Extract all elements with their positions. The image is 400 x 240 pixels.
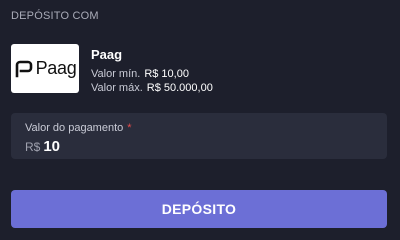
required-mark: *	[127, 122, 132, 134]
min-limit-label: Valor mín.	[91, 68, 141, 80]
min-limit-value: R$ 10,00	[144, 68, 189, 80]
deposit-button[interactable]: DEPÓSITO	[11, 190, 387, 228]
max-limit-value: R$ 50.000,00	[146, 82, 213, 94]
max-limit: Valor máx. R$ 50.000,00	[91, 82, 213, 94]
max-limit-label: Valor máx.	[91, 82, 143, 94]
currency-symbol: R$	[25, 140, 41, 154]
method-name: Paag	[91, 47, 123, 62]
payment-method[interactable]: Paag Paag Valor mín. R$ 10,00 Valor máx. R…	[11, 44, 379, 98]
payment-amount-value[interactable]: 10	[43, 138, 60, 155]
paag-logo-text: Paag	[35, 58, 77, 78]
payment-amount-field[interactable]: Valor do pagamento * R$ 10	[11, 113, 387, 159]
payment-amount-label-text: Valor do pagamento	[25, 122, 124, 134]
payment-amount-label: Valor do pagamento *	[25, 122, 132, 134]
paag-logo-icon	[15, 60, 32, 77]
section-title: DEPÓSITO COM	[11, 10, 99, 22]
payment-amount-input[interactable]: R$ 10	[25, 138, 60, 156]
min-limit: Valor mín. R$ 10,00	[91, 68, 189, 80]
paag-logo: Paag	[11, 44, 79, 93]
